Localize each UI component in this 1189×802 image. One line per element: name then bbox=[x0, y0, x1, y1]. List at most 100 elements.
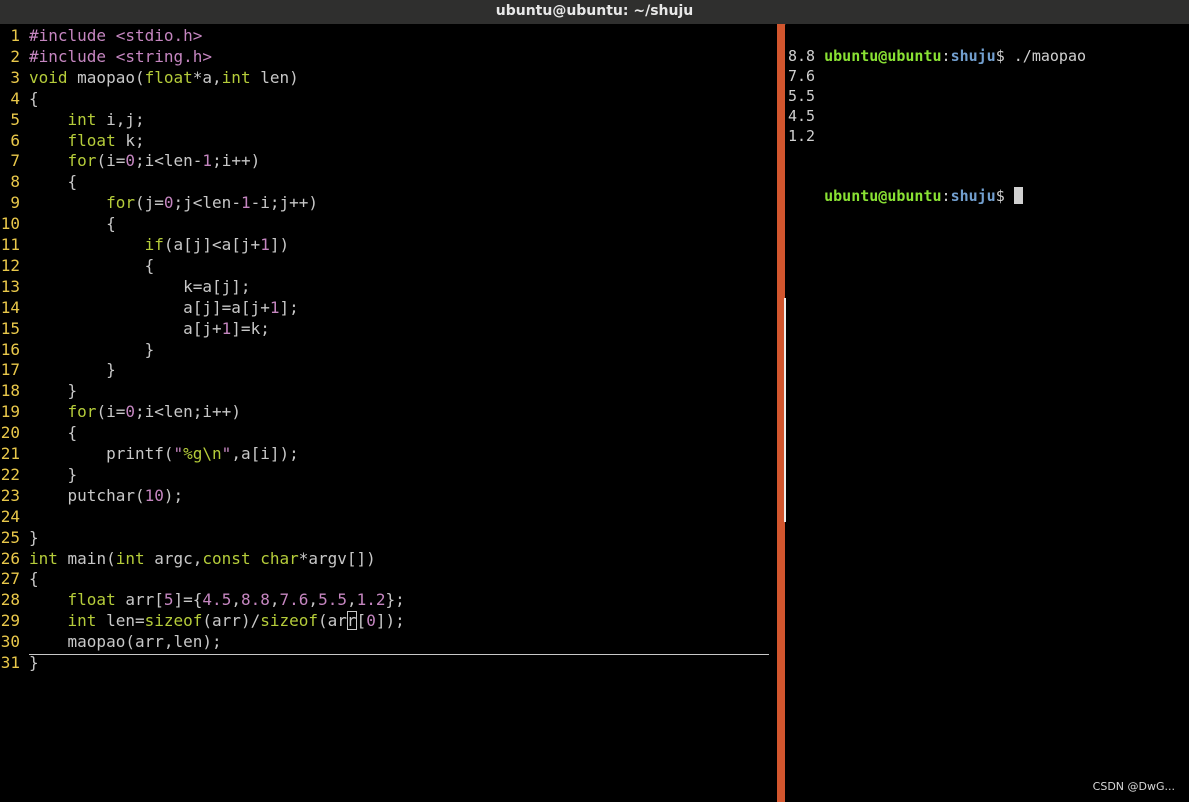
code-text: for(i=0;i<len;i++) bbox=[29, 401, 241, 422]
code-token: putchar( bbox=[29, 485, 145, 505]
line-number: 30 bbox=[0, 632, 20, 652]
code-token: 0 bbox=[125, 402, 135, 422]
code-token: ]; bbox=[279, 297, 299, 317]
code-token: { bbox=[29, 172, 78, 192]
code-token: 0 bbox=[163, 193, 174, 213]
code-token: int bbox=[67, 109, 97, 129]
code-token: 7.6 bbox=[279, 590, 309, 610]
line-number: 19 bbox=[0, 402, 20, 422]
code-token: float bbox=[67, 130, 116, 150]
code-text: putchar(10); bbox=[29, 485, 184, 506]
line-number: 11 bbox=[0, 235, 20, 254]
code-token: } bbox=[29, 381, 78, 401]
terminal-output-line: 5.5 bbox=[788, 87, 816, 105]
code-text: float k; bbox=[29, 130, 145, 151]
code-text: } bbox=[29, 380, 78, 401]
code-token: 1 bbox=[240, 193, 251, 213]
watermark: CSDN @DwG... bbox=[1092, 780, 1175, 793]
code-text: #include <stdio.h> bbox=[29, 25, 202, 46]
code-text: int main(int argc,const char*argv[]) bbox=[29, 548, 376, 569]
line-number: 18 bbox=[0, 381, 20, 401]
code-token: #include bbox=[29, 26, 116, 45]
code-token: char bbox=[260, 548, 299, 568]
code-text: #include <string.h> bbox=[29, 46, 212, 67]
code-token: 1 bbox=[221, 318, 232, 338]
line-number: 21 bbox=[0, 444, 20, 463]
terminal-cursor[interactable] bbox=[1013, 187, 1023, 204]
code-text: for(j=0;j<len-1-i;j++) bbox=[29, 192, 318, 213]
line-number: 13 bbox=[0, 276, 20, 296]
code-token: 10 bbox=[144, 485, 164, 505]
code-token: if bbox=[144, 235, 164, 254]
code-token: int bbox=[67, 611, 97, 631]
code-token: ]); bbox=[375, 611, 405, 631]
code-text: a[j+1]=k; bbox=[29, 318, 270, 339]
code-token: main( bbox=[57, 548, 116, 568]
code-text: printf("%g\n",a[i]); bbox=[29, 443, 299, 464]
line-number: 15 bbox=[0, 318, 20, 338]
window-titlebar[interactable]: ubuntu@ubuntu: ~/shuju bbox=[0, 0, 1189, 25]
line-number: 12 bbox=[0, 255, 20, 275]
code-token: a[j+ bbox=[29, 318, 222, 338]
code-token: } bbox=[29, 360, 116, 380]
terminal-prompt-line[interactable]: ubuntu@ubuntu:shuju$ bbox=[788, 166, 1023, 205]
prompt-suffix: $ bbox=[995, 187, 1014, 205]
line-number: 25 bbox=[0, 527, 20, 547]
vim-editor-pane[interactable]: 1 #include <stdio.h> 2 #include <string.h> 3… bbox=[0, 24, 777, 802]
code-token: " bbox=[173, 444, 184, 463]
code-token: 5 bbox=[163, 590, 174, 610]
terminal-command: ./maopao bbox=[1013, 47, 1087, 65]
line-number: 16 bbox=[0, 339, 20, 359]
line-number: 20 bbox=[0, 423, 20, 443]
line-number: 27 bbox=[0, 569, 20, 589]
code-token: { bbox=[29, 569, 39, 589]
line-number: 3 bbox=[10, 67, 20, 87]
code-token: (arr)/ bbox=[202, 611, 261, 631]
code-text: { bbox=[29, 422, 78, 443]
line-number: 8 bbox=[10, 172, 20, 192]
code-token: , bbox=[346, 590, 357, 610]
code-token: float bbox=[144, 67, 193, 87]
code-token: , bbox=[269, 590, 280, 610]
code-token: <stdio.h> bbox=[115, 26, 203, 45]
code-token: len) bbox=[250, 67, 299, 87]
prompt-separator: : bbox=[941, 47, 951, 65]
code-token: argc, bbox=[144, 548, 203, 568]
line-number: 14 bbox=[0, 297, 20, 317]
code-token: }; bbox=[385, 590, 405, 610]
code-token: { bbox=[29, 255, 155, 275]
code-token: for bbox=[67, 402, 97, 422]
code-token: ]) bbox=[269, 235, 290, 254]
code-text: { bbox=[29, 213, 116, 234]
terminal-output-line: 1.2 bbox=[788, 127, 816, 145]
code-token: #include bbox=[29, 46, 116, 66]
code-token: maopao( bbox=[67, 67, 145, 87]
code-text: } bbox=[29, 652, 39, 673]
terminal-output-line: 8.8 bbox=[788, 47, 816, 65]
code-token: ); bbox=[163, 485, 184, 505]
code-text: { bbox=[29, 88, 39, 109]
code-token: ,a[i]); bbox=[231, 444, 299, 463]
code-token: void bbox=[29, 67, 68, 87]
code-text: { bbox=[29, 568, 39, 589]
code-token: *a, bbox=[192, 67, 222, 87]
code-token: int bbox=[29, 548, 58, 568]
window-title: ubuntu@ubuntu: ~/shuju bbox=[495, 3, 694, 19]
line-number: 2 bbox=[10, 46, 20, 66]
code-token: *argv[]) bbox=[298, 548, 376, 568]
code-token: } bbox=[29, 339, 155, 359]
code-text: { bbox=[29, 255, 155, 276]
code-text: } bbox=[29, 339, 155, 360]
line-number: 4 bbox=[10, 88, 20, 108]
code-token: for bbox=[106, 193, 135, 213]
line-number: 29 bbox=[0, 611, 20, 631]
terminal-pane[interactable]: ubuntu@ubuntu:shuju$ ./maopao 8.8 7.6 5.… bbox=[786, 24, 1189, 802]
code-token: (j= bbox=[134, 193, 164, 213]
code-token: 1.2 bbox=[356, 590, 386, 610]
code-token: a[j]=a[j+ bbox=[29, 297, 270, 317]
